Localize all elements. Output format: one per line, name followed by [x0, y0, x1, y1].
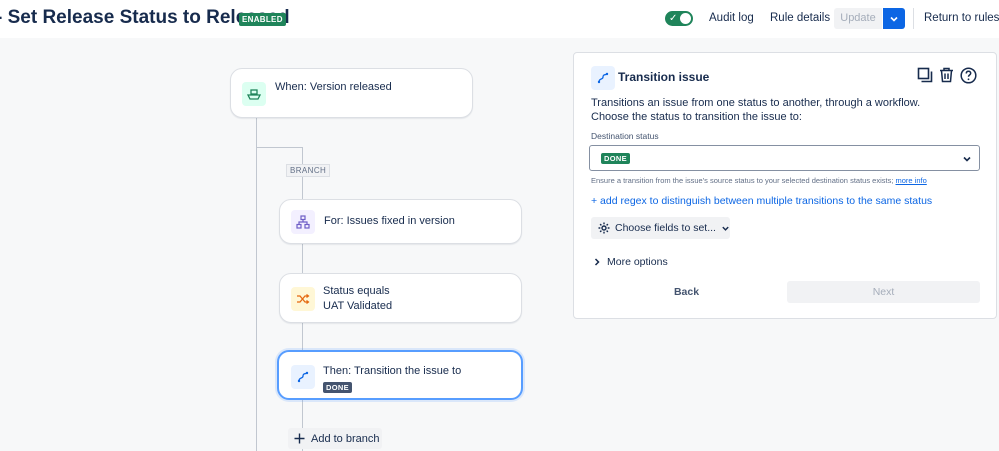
return-to-rules-button[interactable]: Return to rules [924, 12, 999, 24]
add-to-branch-button[interactable]: Add to branch [288, 428, 382, 449]
header-divider [913, 8, 914, 29]
description-line: Choose the status to transition the issu… [591, 111, 802, 123]
transition-icon [591, 66, 615, 90]
header-bar: - Set Release Status to Released ENABLED… [0, 0, 999, 38]
chevron-right-icon [594, 258, 600, 266]
add-regex-link[interactable]: + add regex to distinguish between multi… [591, 195, 932, 207]
check-icon: ✓ [669, 13, 678, 24]
done-badge: DONE [601, 153, 630, 164]
condition-label: Status equals [323, 285, 390, 297]
chevron-down-icon [963, 156, 971, 162]
status-badge: ENABLED [239, 13, 286, 26]
choose-fields-button[interactable]: Choose fields to set... [591, 217, 730, 239]
destination-status-label: Destination status [591, 131, 659, 141]
toggle-knob [680, 13, 691, 24]
branch-label: BRANCH [286, 164, 331, 177]
panel-description: Transitions an issue from one status to … [591, 96, 920, 124]
action-label: Then: Transition the issue to [323, 365, 462, 377]
condition-value: UAT Validated [323, 300, 393, 312]
plus-icon [294, 433, 305, 444]
destination-status-select[interactable]: DONE [589, 145, 980, 171]
helper-text: Ensure a transition from the issue's sou… [591, 176, 927, 185]
description-line: Transitions an issue from one status to … [591, 97, 921, 109]
version-icon [242, 82, 266, 106]
for-step-label: For: Issues fixed in version [324, 215, 455, 227]
panel-title: Transition issue [618, 70, 710, 84]
copy-icon[interactable] [917, 67, 933, 86]
rule-enabled-toggle[interactable]: ✓ [665, 11, 693, 26]
done-badge: DONE [323, 382, 352, 393]
choose-fields-label: Choose fields to set... [615, 222, 716, 234]
add-to-branch-label: Add to branch [311, 432, 380, 445]
next-button[interactable]: Next [787, 281, 980, 303]
back-button[interactable]: Back [591, 281, 782, 303]
more-options-label: More options [607, 256, 668, 268]
rule-component-panel: Transition issue Transitions an issue fr… [573, 52, 997, 319]
branch-for-card[interactable]: For: Issues fixed in version [279, 199, 522, 244]
gear-icon [598, 222, 610, 234]
chevron-down-icon [722, 226, 729, 231]
update-dropdown-button[interactable] [883, 8, 905, 29]
help-icon[interactable] [960, 67, 977, 87]
more-options-toggle[interactable]: More options [593, 256, 668, 268]
shuffle-icon [291, 287, 315, 311]
trash-icon[interactable] [939, 67, 954, 86]
chevron-down-icon [890, 16, 898, 22]
update-button[interactable]: Update [834, 8, 882, 29]
condition-card[interactable]: Status equals UAT Validated [279, 273, 522, 323]
connector-line [256, 147, 303, 148]
trigger-label: When: Version released [275, 81, 392, 93]
transition-icon [291, 365, 315, 389]
more-info-link[interactable]: more info [896, 176, 927, 185]
audit-log-button[interactable]: Audit log [709, 12, 754, 24]
connector-line [256, 118, 257, 148]
rule-details-button[interactable]: Rule details [770, 12, 830, 24]
helper-message: Ensure a transition from the issue's sou… [591, 176, 894, 185]
action-status-badge: DONE [323, 379, 352, 393]
action-card[interactable]: Then: Transition the issue to DONE [277, 350, 523, 400]
hierarchy-icon [291, 210, 315, 234]
trigger-card[interactable]: When: Version released [230, 68, 473, 118]
connector-line [256, 147, 257, 451]
